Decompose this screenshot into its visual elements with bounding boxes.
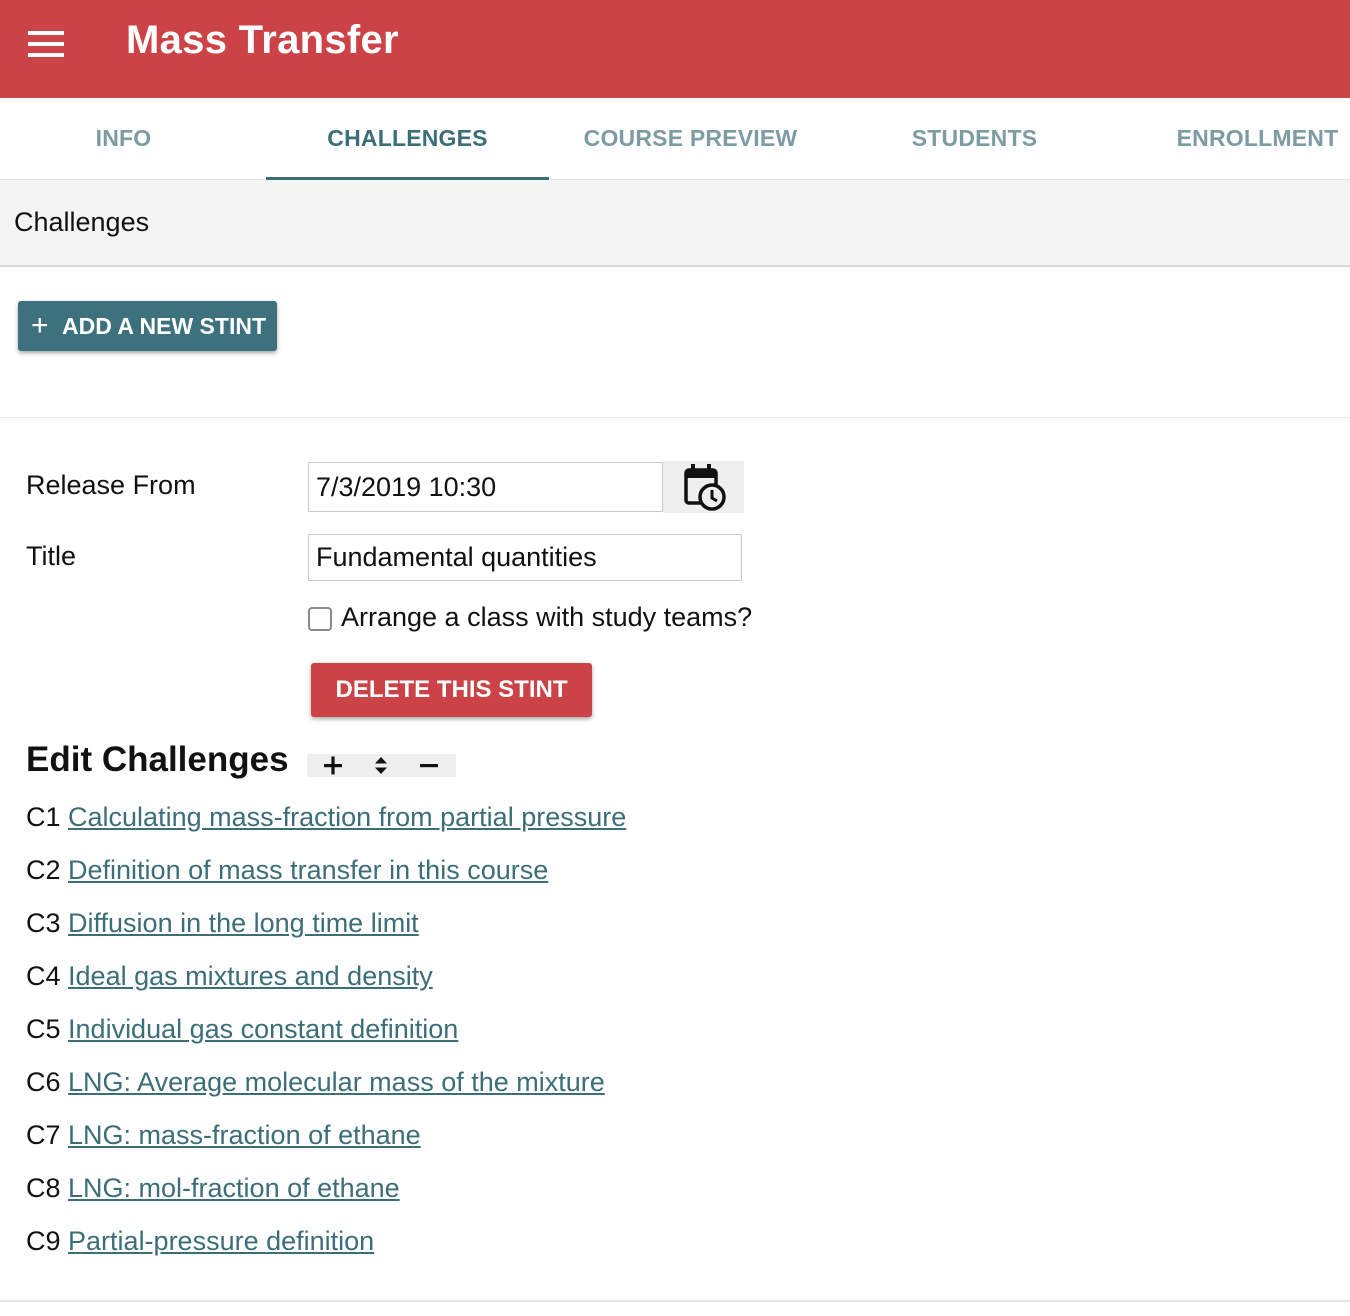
release-from-label: Release From xyxy=(26,470,196,500)
edit-challenges-title: Edit Challenges xyxy=(26,740,289,779)
plus-icon[interactable] xyxy=(321,754,345,777)
calendar-clock-button[interactable] xyxy=(663,461,744,513)
list-item: C7 LNG: mass-fraction of ethane xyxy=(26,1120,421,1151)
tab-enrollment[interactable]: ENROLLMENT xyxy=(1116,98,1350,180)
challenge-link[interactable]: Partial-pressure definition xyxy=(68,1226,374,1256)
challenge-code: C9 xyxy=(26,1226,61,1256)
challenge-code: C8 xyxy=(26,1173,61,1203)
list-item: C5 Individual gas constant definition xyxy=(26,1014,458,1045)
study-teams-label: Arrange a class with study teams? xyxy=(341,602,753,632)
divider xyxy=(0,1300,1350,1302)
challenge-code: C5 xyxy=(26,1014,61,1044)
release-from-input[interactable] xyxy=(308,462,663,512)
tab-students[interactable]: STUDENTS xyxy=(833,98,1116,180)
list-item: C2 Definition of mass transfer in this c… xyxy=(26,855,548,886)
sort-icon[interactable] xyxy=(371,754,391,777)
list-item: C3 Diffusion in the long time limit xyxy=(26,908,419,939)
challenge-link[interactable]: Diffusion in the long time limit xyxy=(68,908,419,938)
list-item: C1 Calculating mass-fraction from partia… xyxy=(26,802,626,833)
section-header: Challenges xyxy=(0,180,1350,267)
section-title: Challenges xyxy=(14,207,150,237)
hamburger-menu-icon[interactable] xyxy=(28,31,64,57)
challenge-link[interactable]: LNG: mass-fraction of ethane xyxy=(68,1120,421,1150)
tab-challenges[interactable]: CHALLENGES xyxy=(266,98,549,180)
list-item: C8 LNG: mol-fraction of ethane xyxy=(26,1173,400,1204)
edit-challenges-toolbar xyxy=(307,754,456,777)
title-input[interactable] xyxy=(308,534,742,581)
tab-info[interactable]: INFO xyxy=(0,98,265,180)
challenge-link[interactable]: Ideal gas mixtures and density xyxy=(68,961,433,991)
study-teams-checkbox[interactable] xyxy=(308,607,332,631)
challenge-code: C2 xyxy=(26,855,61,885)
tab-course-preview[interactable]: COURSE PREVIEW xyxy=(549,98,832,180)
add-stint-label: ADD A NEW STINT xyxy=(62,313,267,339)
challenge-link[interactable]: LNG: Average molecular mass of the mixtu… xyxy=(68,1067,605,1097)
calendar-clock-icon xyxy=(684,464,726,511)
list-item: C9 Partial-pressure definition xyxy=(26,1226,374,1257)
challenge-code: C4 xyxy=(26,961,61,991)
app-title: Mass Transfer xyxy=(126,18,399,62)
app-bar: Mass Transfer xyxy=(0,0,1350,98)
challenge-code: C1 xyxy=(26,802,61,832)
divider xyxy=(0,417,1350,418)
title-label: Title xyxy=(26,541,77,571)
challenge-link[interactable]: Individual gas constant definition xyxy=(68,1014,458,1044)
challenge-code: C6 xyxy=(26,1067,61,1097)
list-item: C6 LNG: Average molecular mass of the mi… xyxy=(26,1067,605,1098)
add-stint-button[interactable]: + ADD A NEW STINT xyxy=(18,301,277,351)
challenge-code: C7 xyxy=(26,1120,61,1150)
tab-bar: INFO CHALLENGES COURSE PREVIEW STUDENTS … xyxy=(0,98,1350,180)
challenge-link[interactable]: LNG: mol-fraction of ethane xyxy=(68,1173,400,1203)
challenge-code: C3 xyxy=(26,908,61,938)
challenge-link[interactable]: Definition of mass transfer in this cour… xyxy=(68,855,548,885)
plus-icon: + xyxy=(31,309,49,342)
challenge-link[interactable]: Calculating mass-fraction from partial p… xyxy=(68,802,626,832)
list-item: C4 Ideal gas mixtures and density xyxy=(26,961,433,992)
delete-stint-button[interactable]: DELETE THIS STINT xyxy=(311,663,592,717)
minus-icon[interactable] xyxy=(417,754,441,777)
